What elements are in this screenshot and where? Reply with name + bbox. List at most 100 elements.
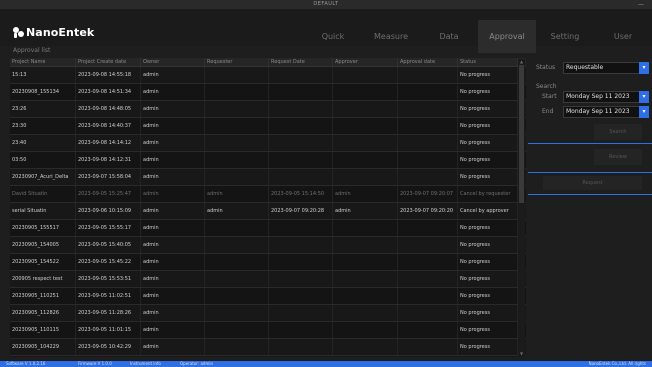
table-row[interactable]: 23:26 2023-09-08 14:48:05 admin No progress (10, 101, 526, 118)
brand-logo: NanoEntek (13, 25, 94, 39)
table-row[interactable]: 20230905_104229 2023-09-05 10:42:29 admin N… (10, 339, 526, 356)
table-cell: 2023-09-05 15:45:22 (76, 254, 141, 270)
table-cell (333, 322, 398, 338)
table-row[interactable]: David Situatin 2023-09-05 15:25:47 admin ad… (10, 186, 526, 203)
table-cell (398, 67, 458, 83)
table-cell (205, 220, 269, 236)
table-body: 15:13 2023-09-08 14:55:18 admin No progress… (10, 67, 526, 356)
search-button[interactable]: Search (594, 124, 642, 140)
table-cell: Cancel by approver (458, 203, 518, 219)
column-header[interactable]: Owner (141, 58, 205, 66)
table-cell: admin (141, 135, 205, 151)
table-cell: 2023-09-08 14:14:12 (76, 135, 141, 151)
tab-approval[interactable]: Approval (478, 20, 536, 53)
table-cell: admin (141, 339, 205, 355)
table-cell (205, 169, 269, 185)
column-header[interactable]: Project Create date (76, 58, 141, 66)
table-cell: admin (205, 203, 269, 219)
table-cell (269, 67, 333, 83)
table-cell: admin (141, 254, 205, 270)
table-scrollbar[interactable]: ▲ ▼ (518, 59, 525, 357)
chevron-down-icon[interactable]: ▾ (639, 91, 649, 103)
approval-table: Project Name Project Create date Owner R… (10, 58, 526, 357)
table-cell: No progress (458, 84, 518, 100)
column-header[interactable]: Project Name (10, 58, 76, 66)
table-cell: 2023-09-08 14:48:05 (76, 101, 141, 117)
table-cell (205, 84, 269, 100)
status-select[interactable]: Requestable ▾ (563, 62, 649, 74)
table-row[interactable]: 23:30 2023-09-08 14:40:37 admin No progress (10, 118, 526, 135)
tab-measure[interactable]: Measure (362, 20, 420, 53)
table-cell (333, 84, 398, 100)
column-header[interactable]: Requester (205, 58, 269, 66)
table-cell: No progress (458, 101, 518, 117)
column-header[interactable]: Request Date (269, 58, 333, 66)
table-cell: admin (333, 203, 398, 219)
table-cell: admin (141, 288, 205, 304)
table-row[interactable]: 200905 respect test 2023-09-05 15:53:51 ad… (10, 271, 526, 288)
scroll-up-icon[interactable]: ▲ (519, 60, 524, 64)
table-cell (269, 101, 333, 117)
table-cell (398, 135, 458, 151)
table-cell: admin (141, 237, 205, 253)
table-cell: 2023-09-05 10:42:29 (76, 339, 141, 355)
tab-user[interactable]: User (594, 20, 652, 53)
table-cell (269, 322, 333, 338)
table-row[interactable]: 20230905_155517 2023-09-05 15:55:17 admin N… (10, 220, 526, 237)
table-cell: 03:50 (10, 152, 76, 168)
table-row[interactable]: 20230905_154005 2023-09-05 15:40:05 admin N… (10, 237, 526, 254)
tab-quick[interactable]: Quick (304, 20, 362, 53)
minimize-icon[interactable]: — (638, 0, 644, 9)
table-row[interactable]: 23:40 2023-09-08 14:14:12 admin No progress (10, 135, 526, 152)
start-date-picker[interactable]: Monday Sep 11 2023 ▾ (563, 91, 649, 103)
request-button[interactable]: Request (543, 176, 642, 190)
table-cell (398, 271, 458, 287)
column-header[interactable]: Approver (333, 58, 398, 66)
search-label: Search (536, 83, 557, 90)
divider (528, 143, 652, 144)
table-cell: 2023-09-05 15:40:05 (76, 237, 141, 253)
table-cell (269, 220, 333, 236)
table-cell: 2023-09-07 09:20:28 (269, 203, 333, 219)
table-cell (269, 118, 333, 134)
brand-name: NanoEntek (26, 25, 95, 39)
status-select-value: Requestable (566, 64, 604, 71)
column-header[interactable]: Status (458, 58, 518, 66)
table-cell: admin (141, 186, 205, 202)
table-row[interactable]: 20230905_154522 2023-09-05 15:45:22 admin N… (10, 254, 526, 271)
chevron-down-icon[interactable]: ▾ (639, 62, 649, 74)
table-row[interactable]: 03:50 2023-09-08 14:12:31 admin No progress (10, 152, 526, 169)
table-cell (398, 305, 458, 321)
table-cell: 2023-09-08 14:51:34 (76, 84, 141, 100)
table-cell (333, 67, 398, 83)
table-row[interactable]: 20230907_Acuri_Delta 2023-09-07 15:58:04 a… (10, 169, 526, 186)
tab-setting[interactable]: Setting (536, 20, 594, 53)
table-cell (269, 271, 333, 287)
table-cell (269, 169, 333, 185)
table-cell: admin (333, 186, 398, 202)
table-cell (333, 237, 398, 253)
table-row[interactable]: 20230905_112826 2023-09-05 11:28:26 admin N… (10, 305, 526, 322)
table-row[interactable]: 15:13 2023-09-08 14:55:18 admin No progress (10, 67, 526, 84)
table-cell (205, 288, 269, 304)
review-button[interactable]: Review (594, 149, 642, 165)
end-date-picker[interactable]: Monday Sep 11 2023 ▾ (563, 106, 649, 118)
window-title: DEFAULT (313, 1, 339, 7)
start-date-value: Monday Sep 11 2023 (566, 93, 630, 100)
chevron-down-icon[interactable]: ▾ (639, 106, 649, 118)
scroll-down-icon[interactable]: ▼ (519, 352, 524, 356)
scrollbar-thumb[interactable] (519, 65, 524, 203)
table-cell: admin (205, 186, 269, 202)
table-cell: 2023-09-07 09:20:07 (398, 186, 458, 202)
table-row[interactable]: serial Situatin 2023-09-06 10:15:09 admin a… (10, 203, 526, 220)
footer-item: Firmware V 1.0.0 (78, 361, 112, 366)
table-row[interactable]: 20230908_155134 2023-09-08 14:51:34 admin N… (10, 84, 526, 101)
tab-data[interactable]: Data (420, 20, 478, 53)
table-cell: 2023-09-05 11:02:51 (76, 288, 141, 304)
table-cell: serial Situatin (10, 203, 76, 219)
column-header[interactable]: Approval date (398, 58, 458, 66)
table-row[interactable]: 20230905_110115 2023-09-05 11:01:15 admin N… (10, 322, 526, 339)
table-row[interactable]: 20230905_110251 2023-09-05 11:02:51 admin N… (10, 288, 526, 305)
table-cell (398, 322, 458, 338)
table-cell: No progress (458, 237, 518, 253)
